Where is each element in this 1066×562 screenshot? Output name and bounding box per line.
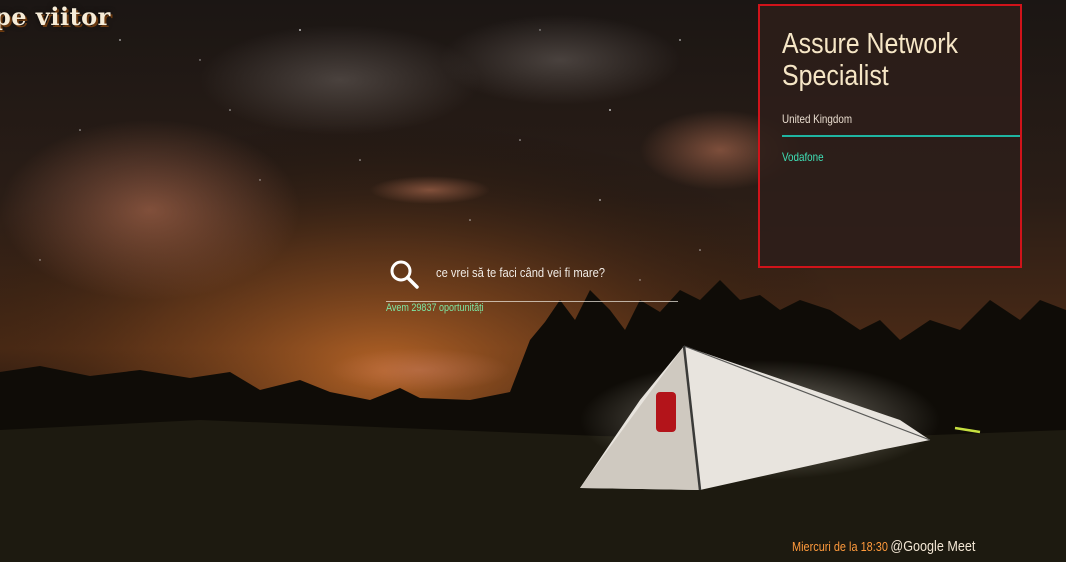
card-divider <box>782 135 1020 137</box>
event-platform[interactable]: @Google Meet <box>890 538 975 555</box>
opportunities-count: Avem 29837 oportunități <box>386 302 484 314</box>
event-info: Miercuri de la 18:30 @Google Meet <box>792 538 975 556</box>
job-card[interactable]: Assure Network Specialist United Kingdom… <box>758 4 1022 268</box>
job-title[interactable]: Assure Network Specialist <box>782 28 980 92</box>
job-location: United Kingdom <box>782 112 853 126</box>
event-time: Miercuri de la 18:30 <box>792 539 888 554</box>
search-bar[interactable] <box>386 256 678 302</box>
search-input[interactable] <box>436 260 639 284</box>
site-logo-text[interactable]: pe viitor <box>0 2 111 31</box>
job-company: Vodafone <box>782 150 824 164</box>
search-icon[interactable] <box>388 258 420 290</box>
